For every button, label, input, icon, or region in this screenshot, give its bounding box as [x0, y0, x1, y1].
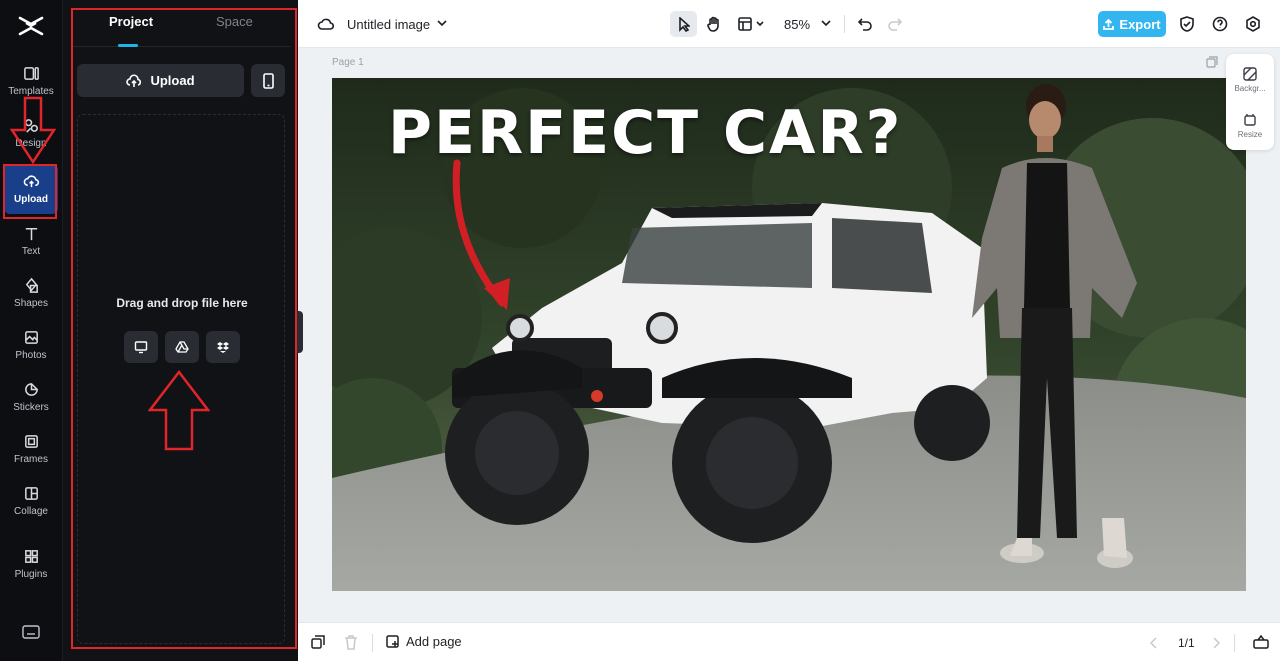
- collage-icon: [24, 487, 38, 500]
- keyboard-icon[interactable]: [22, 625, 40, 639]
- google-drive-button[interactable]: [165, 331, 199, 363]
- rail-label: Shapes: [14, 298, 48, 309]
- drop-text: Drag and drop file here: [116, 296, 248, 310]
- resize-icon: [1244, 114, 1256, 126]
- rail-item-stickers[interactable]: Stickers: [4, 372, 58, 422]
- hand-tool-button[interactable]: [702, 13, 726, 35]
- layout-menu-button[interactable]: [736, 13, 768, 35]
- bottom-divider: [1234, 634, 1235, 652]
- panel-tabs: Project Space: [71, 0, 291, 47]
- photos-icon: [24, 331, 38, 344]
- design-canvas[interactable]: PERFECT CAR?: [332, 78, 1246, 591]
- next-page-icon[interactable]: [1212, 637, 1220, 649]
- help-icon[interactable]: [1210, 14, 1230, 34]
- rail-label: Plugins: [14, 569, 48, 580]
- rail-label: Collage: [14, 506, 48, 517]
- cloud-upload-icon: [23, 175, 39, 188]
- text-icon: [25, 228, 37, 241]
- capcut-logo-icon[interactable]: [17, 14, 45, 38]
- phone-upload-button[interactable]: [251, 64, 285, 97]
- add-page-icon: [386, 634, 399, 648]
- rail-label: Stickers: [13, 402, 49, 413]
- bottom-divider: [372, 634, 373, 652]
- rail-item-frames[interactable]: Frames: [4, 424, 58, 474]
- pointer-icon: [678, 16, 690, 32]
- redo-icon: [888, 17, 902, 31]
- undo-icon: [858, 17, 872, 31]
- computer-upload-button[interactable]: [124, 331, 158, 363]
- annotation-arrow-down: [10, 96, 56, 164]
- cloud-upload-icon: [126, 73, 142, 87]
- chevron-down-icon[interactable]: [434, 15, 450, 31]
- zoom-level[interactable]: 85%: [784, 17, 810, 32]
- upload-button[interactable]: Upload: [77, 64, 244, 97]
- google-drive-icon: [175, 341, 189, 353]
- rail-item-upload[interactable]: Upload: [4, 164, 58, 214]
- duplicate-icon[interactable]: [311, 635, 325, 649]
- background-label: Backgr...: [1234, 84, 1266, 93]
- rail-item-photos[interactable]: Photos: [4, 320, 58, 370]
- page-counter: 1/1: [1178, 636, 1195, 650]
- shield-icon[interactable]: [1177, 14, 1197, 34]
- thumbnail-headline[interactable]: PERFECT CAR?: [388, 98, 902, 168]
- tab-project[interactable]: Project: [109, 14, 153, 29]
- rail-label: Text: [21, 246, 41, 257]
- frames-icon: [24, 435, 38, 448]
- select-tool-button[interactable]: [670, 11, 697, 37]
- dropbox-button[interactable]: [206, 331, 240, 363]
- document-title[interactable]: Untitled image: [347, 17, 430, 32]
- trash-icon[interactable]: [344, 635, 358, 650]
- annotation-arrow-up: [148, 370, 210, 451]
- background-icon: [1243, 67, 1257, 81]
- pages-panel-icon[interactable]: [1253, 635, 1269, 649]
- export-label: Export: [1119, 16, 1161, 32]
- cloud-sync-icon[interactable]: [316, 14, 336, 34]
- plugins-icon: [24, 550, 38, 563]
- settings-icon[interactable]: [1243, 14, 1263, 34]
- redo-button[interactable]: [885, 14, 905, 34]
- upload-button-label: Upload: [150, 73, 195, 88]
- hand-icon: [707, 16, 719, 32]
- rail-item-shapes[interactable]: Shapes: [4, 268, 58, 318]
- monitor-icon: [134, 341, 148, 354]
- right-dock: Backgr... Resize: [1226, 54, 1274, 150]
- add-page-label: Add page: [406, 634, 462, 649]
- background-button[interactable]: Backgr...: [1226, 58, 1274, 102]
- upload-panel: Project Space Upload Drag and drop file …: [63, 0, 298, 661]
- shapes-icon: [25, 277, 38, 293]
- tab-space[interactable]: Space: [216, 14, 253, 29]
- layout-icon: [738, 17, 764, 31]
- undo-button[interactable]: [855, 14, 875, 34]
- phone-icon: [262, 72, 274, 89]
- dropbox-icon: [217, 342, 229, 353]
- rail-label: Frames: [14, 454, 48, 465]
- stickers-icon: [24, 383, 38, 396]
- rail-label: Upload: [14, 194, 48, 205]
- panel-collapse-handle[interactable]: [296, 311, 303, 353]
- bottom-bar: Add page 1/1: [298, 622, 1280, 661]
- export-icon: [1103, 18, 1115, 30]
- resize-label: Resize: [1237, 130, 1263, 139]
- active-tab-indicator: [118, 44, 138, 47]
- resize-button[interactable]: Resize: [1226, 104, 1274, 148]
- prev-page-icon[interactable]: [1150, 637, 1158, 649]
- top-toolbar: Untitled image 85% Export: [298, 0, 1280, 48]
- page-label: Page 1: [332, 57, 364, 68]
- toolbar-divider: [844, 15, 845, 33]
- zoom-chevron-icon[interactable]: [818, 15, 834, 31]
- rail-item-collage[interactable]: Collage: [4, 476, 58, 526]
- rail-item-plugins[interactable]: Plugins: [4, 539, 58, 589]
- rail-item-text[interactable]: Text: [4, 216, 58, 266]
- duplicate-page-icon[interactable]: [1206, 56, 1218, 68]
- add-page-button[interactable]: Add page: [386, 634, 462, 649]
- export-button[interactable]: Export: [1098, 11, 1166, 37]
- rail-label: Photos: [15, 350, 47, 361]
- templates-icon: [23, 67, 39, 80]
